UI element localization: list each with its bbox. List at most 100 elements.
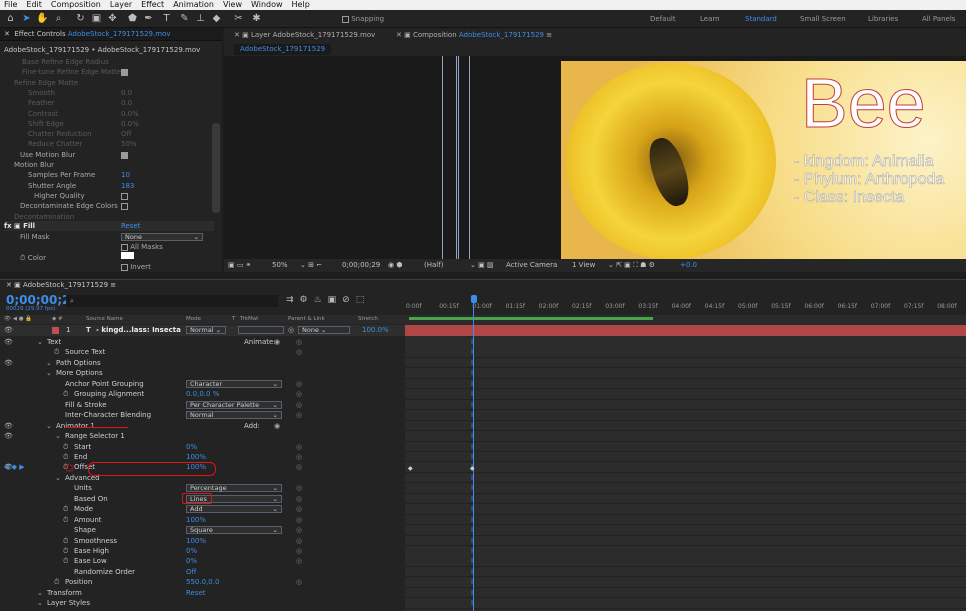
twirl-chevron-icon[interactable]: ⌄ [46, 421, 52, 432]
prop-value[interactable]: 100% [186, 515, 206, 526]
keyframe-current-icon[interactable]: ◆ [470, 465, 475, 472]
pickwhip-icon[interactable]: ◎ [296, 536, 302, 547]
effect-prop-value[interactable]: 0.0% [121, 109, 139, 119]
prop-dropdown[interactable]: Normal ⌄ [186, 411, 282, 420]
twirl-chevron-icon[interactable]: ⌄ [46, 368, 52, 379]
pickwhip-icon[interactable]: ◎ [296, 379, 302, 390]
menu-item-help[interactable]: Help [292, 0, 310, 10]
prop-value[interactable]: 100% [186, 536, 206, 547]
stopwatch-icon[interactable]: ⏱ [63, 546, 68, 557]
twirl-chevron-icon[interactable]: ⌄ [37, 598, 43, 609]
stopwatch-icon[interactable]: ⏱ [63, 536, 68, 547]
pickwhip-icon[interactable]: ◎ [296, 494, 302, 505]
stopwatch-icon[interactable]: ⏱ [63, 504, 68, 515]
pickwhip-icon[interactable]: ◎ [296, 400, 302, 411]
selection-tool-icon[interactable]: ➤ [20, 12, 33, 25]
effect-prop-value[interactable]: Off [121, 129, 131, 139]
pickwhip-icon[interactable]: ◎ [296, 442, 302, 453]
prop-value[interactable]: Off [186, 567, 196, 578]
camera-dropdown[interactable]: Active Camera [506, 261, 557, 269]
type-tool-icon[interactable]: T [160, 12, 173, 25]
work-area-bar[interactable] [409, 317, 653, 320]
effect-panel-scrollbar[interactable] [212, 123, 220, 213]
layer-1-row[interactable]: 👁 1 T - kingd...lass: Insecta Normal ⌄ ◎… [0, 325, 405, 336]
prop-menu-label[interactable]: Add: [244, 421, 260, 432]
workspace-libraries[interactable]: Libraries [868, 15, 898, 23]
stopwatch-icon[interactable]: ⏱ [63, 442, 68, 453]
parent-dropdown[interactable]: None ⌄ [298, 326, 350, 334]
invert-option[interactable]: Invert [121, 262, 151, 272]
timeline-prop-row[interactable]: ⏱ Mode Add ⌄ ◎ [0, 504, 405, 515]
effect-prop-row[interactable]: Refine Edge Matte [14, 78, 78, 88]
pickwhip-icon[interactable]: ◎ [296, 504, 302, 515]
effect-prop-row[interactable]: Use Motion Blur [20, 150, 75, 160]
prop-dropdown[interactable]: Character ⌄ [186, 379, 282, 388]
stopwatch-icon[interactable]: ⏱ [63, 556, 68, 567]
eye-icon[interactable]: 👁 [4, 337, 13, 348]
prop-value[interactable]: 100% [186, 452, 206, 463]
workspace-default[interactable]: Default [650, 15, 676, 23]
prop-value[interactable]: 550.0,0.0 [186, 577, 219, 588]
layer-viewer-tab[interactable]: ✕ ▣ Layer AdobeStock_179171529.mov [234, 31, 375, 39]
prop-value[interactable]: 0.0,0.0 % [186, 389, 219, 400]
snapshot-icon[interactable]: ◉ ⬢ [388, 261, 402, 269]
stopwatch-icon[interactable]: ⏱ [63, 389, 68, 400]
exposure-value[interactable]: +0.0 [680, 261, 697, 269]
prop-value[interactable]: 0% [186, 556, 197, 567]
stopwatch-icon[interactable]: ⏱ [54, 577, 59, 588]
higher-quality-checkbox[interactable] [121, 192, 128, 200]
effect-prop-row[interactable]: Feather [28, 98, 55, 108]
effect-prop-row[interactable]: Motion Blur [14, 160, 54, 170]
effect-prop-row[interactable]: Reduce Chatter [28, 139, 82, 149]
invert-checkbox[interactable] [121, 263, 128, 271]
effect-prop-row[interactable]: Base Refine Edge Radius [22, 57, 109, 67]
effect-prop-row[interactable]: Samples Per Frame [28, 170, 95, 180]
keyframe-navigator-icon[interactable]: ◀ ◆ ▶ [4, 463, 25, 471]
pickwhip-icon[interactable]: ◎ [296, 337, 302, 348]
timeline-prop-row[interactable]: ⏱ Smoothness 100% ◎ [0, 536, 405, 547]
timeline-prop-row[interactable]: Inter-Character Blending Normal ⌄ ◎ [0, 410, 405, 421]
workspace-standard[interactable]: Standard [745, 15, 777, 23]
menu-item-view[interactable]: View [223, 0, 242, 10]
fine-tune-checkbox[interactable] [121, 69, 128, 77]
effect-controls-tab[interactable]: ✕ Effect Controls AdobeStock_179171529.m… [0, 28, 222, 41]
timeline-prop-row[interactable]: Randomize Order Off [0, 567, 405, 578]
stretch-value[interactable]: 100.0% [362, 325, 389, 336]
pickwhip-icon[interactable]: ◎ [296, 410, 302, 421]
pickwhip-icon[interactable]: ◎ [296, 556, 302, 567]
menu-item-window[interactable]: Window [251, 0, 283, 10]
pickwhip-icon[interactable]: ◎ [296, 546, 302, 557]
timeline-prop-row[interactable]: ⏱ Ease Low 0% ◎ [0, 556, 405, 567]
prop-dropdown[interactable]: Add ⌄ [186, 505, 282, 514]
menu-item-effect[interactable]: Effect [141, 0, 164, 10]
twirl-chevron-icon[interactable]: ⌄ [55, 473, 61, 484]
timeline-prop-row[interactable]: ⏱ Position 550.0,0.0 ◎ [0, 577, 405, 588]
timeline-tab[interactable]: ✕ ▣ AdobeStock_179171529 ≡ [6, 281, 116, 289]
pan-behind-icon[interactable]: ✥ [106, 12, 119, 25]
twirl-chevron-icon[interactable]: ⌄ [55, 431, 61, 442]
zoom-dropdown[interactable]: 50% [272, 261, 288, 269]
timeline-prop-row[interactable]: ⏱ Source Text ◎ [0, 347, 405, 358]
pen-tool-icon[interactable]: ✒ [142, 12, 155, 25]
color-swatch[interactable] [121, 252, 134, 259]
viewer-tools-icon[interactable]: ⌄ ⇱ ▣ ⛶ ☗ ⚙ [608, 261, 655, 270]
layer-mode-dropdown[interactable]: Normal ⌄ [186, 326, 226, 334]
prop-value[interactable]: 0% [186, 546, 197, 557]
trkmat-dropdown[interactable] [238, 326, 284, 334]
timeline-prop-row[interactable]: ⌄ Text Animate: ◉ ◎ 👁 [0, 337, 405, 348]
timeline-prop-row[interactable]: ⌄ Animator 1 Add: ◉ 👁 [0, 421, 405, 432]
rotate-tool-icon[interactable]: ↻ [74, 12, 87, 25]
eye-icon[interactable]: 👁 [4, 431, 13, 442]
pickwhip-icon[interactable]: ◎ [296, 347, 302, 358]
eraser-tool-icon[interactable]: ◆ [210, 12, 223, 25]
menu-item-file[interactable]: File [4, 0, 17, 10]
keyframe-start-icon[interactable]: ◆ [408, 465, 413, 472]
prop-dropdown[interactable]: Per Character Palette ⌄ [186, 400, 282, 409]
timeline-prop-row[interactable]: Shape Square ⌄ ◎ [0, 525, 405, 536]
all-masks-checkbox[interactable] [121, 243, 128, 251]
pickwhip-icon[interactable]: ◎ [296, 389, 302, 400]
effect-prop-value[interactable]: 0.0% [121, 119, 139, 129]
workspace-learn[interactable]: Learn [700, 15, 720, 23]
pickwhip-icon[interactable]: ◎ [296, 483, 302, 494]
effect-prop-value[interactable]: 0.0 [121, 88, 132, 98]
